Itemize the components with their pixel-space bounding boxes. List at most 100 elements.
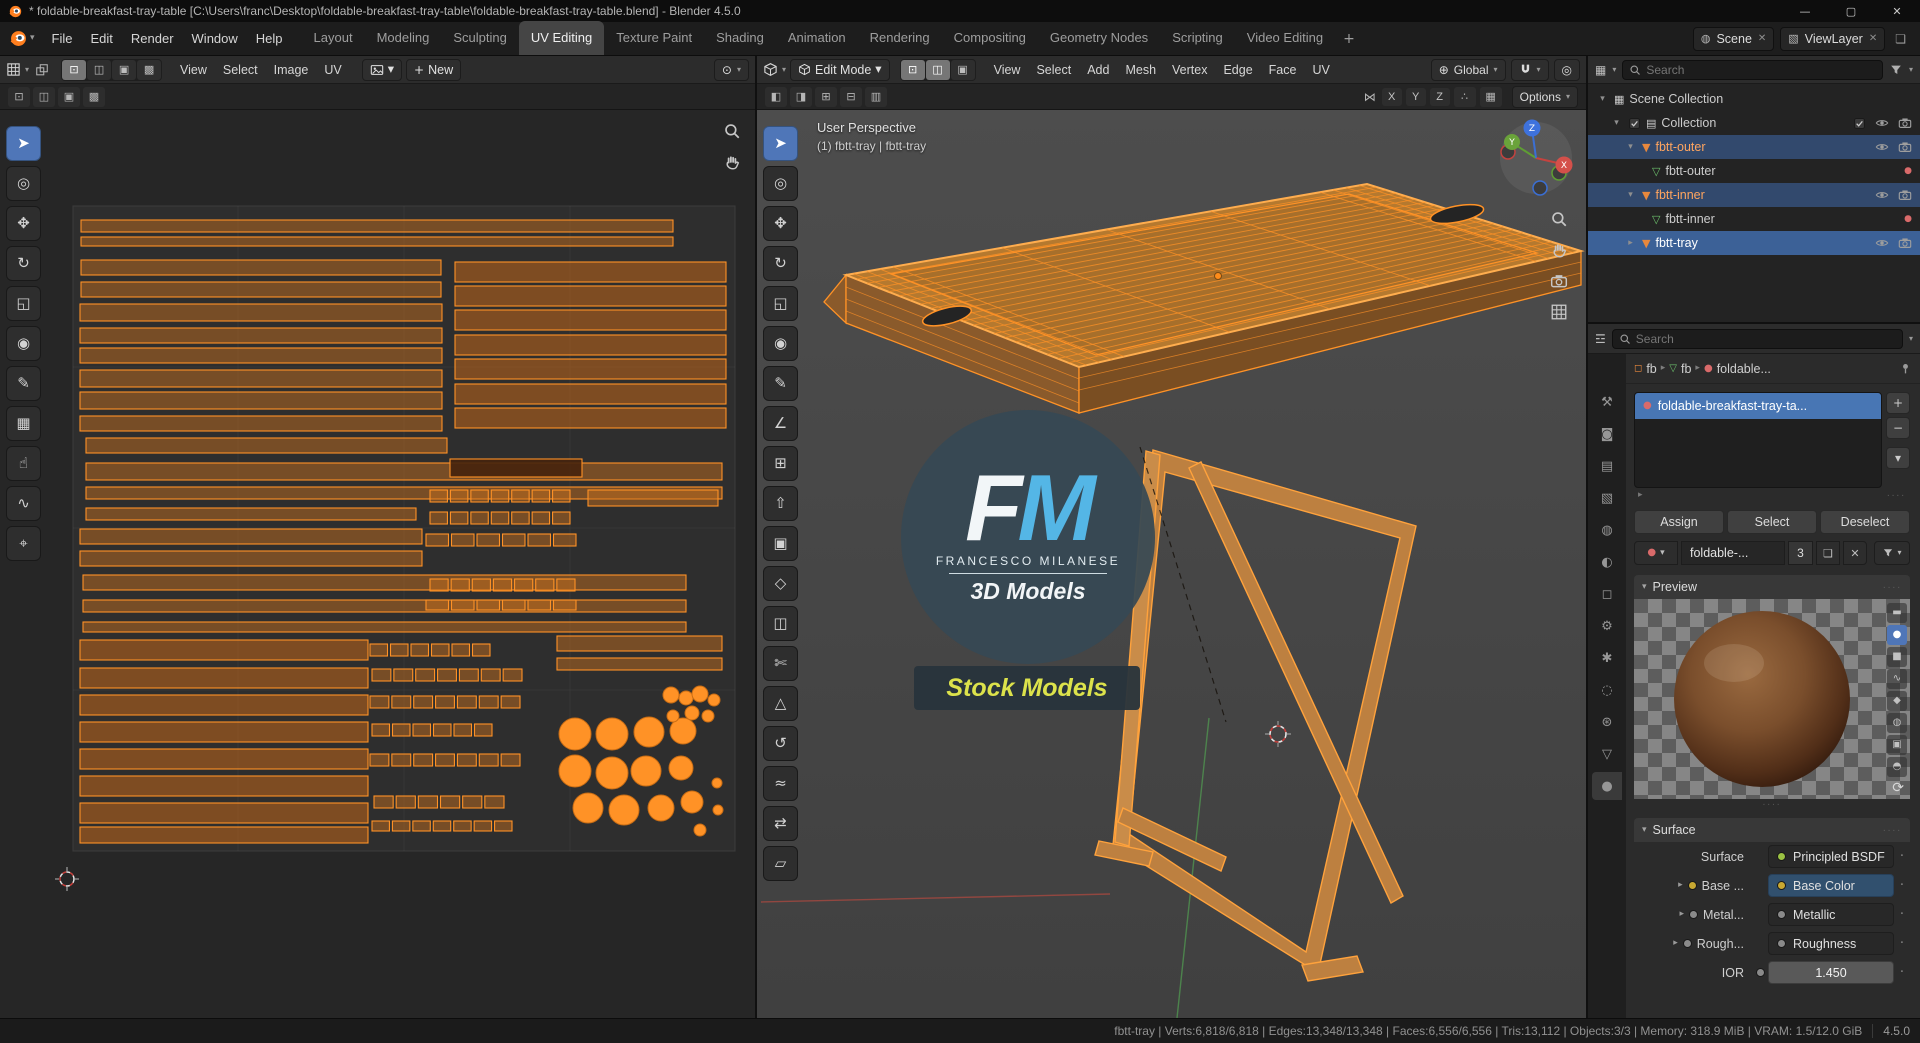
expand-icon[interactable]: ▾ xyxy=(1610,118,1623,128)
outliner-row-fbtt-tray[interactable]: ▸ ▼ fbtt-tray xyxy=(1588,231,1920,255)
viewlayer-selector[interactable]: ▧ ViewLayer ✕ xyxy=(1780,26,1886,51)
remove-slot-button[interactable]: − xyxy=(1886,417,1910,439)
properties-tab-constraints[interactable]: ⊛ xyxy=(1592,708,1622,736)
camera-visibility-icon[interactable] xyxy=(1898,140,1912,154)
properties-tab-object[interactable]: ◻ xyxy=(1592,580,1622,608)
workspace-tab-shading[interactable]: Shading xyxy=(704,21,776,55)
properties-tab-output[interactable]: ▤ xyxy=(1592,452,1622,480)
viewport-menu-add[interactable]: Add xyxy=(1079,63,1117,77)
uv-overlay-toggle-1[interactable]: ⊡ xyxy=(8,86,30,107)
browse-image-button[interactable]: ▾ xyxy=(361,58,403,81)
camera-view-icon[interactable] xyxy=(1550,272,1568,290)
viewport-menu-edge[interactable]: Edge xyxy=(1215,63,1260,77)
zoom-icon[interactable] xyxy=(1550,210,1568,228)
material-slot-list[interactable]: ● foldable-breakfast-tray-ta... xyxy=(1634,392,1882,488)
viewport-extrude-tool[interactable]: ⇧ xyxy=(763,486,798,521)
minimize-button[interactable]: — xyxy=(1782,0,1828,22)
face-select-mode-button[interactable]: ▣ xyxy=(950,59,975,80)
outliner-row-fbtt-outer-mesh[interactable]: ▽ fbtt-outer ● xyxy=(1588,159,1920,183)
ortho-toggle-icon[interactable] xyxy=(1550,303,1568,321)
maximize-button[interactable]: ▢ xyxy=(1828,0,1874,22)
browse-material-button[interactable]: ● ▾ xyxy=(1634,541,1678,565)
deselect-button[interactable]: Deselect xyxy=(1820,510,1910,534)
expand-icon[interactable]: ▸ xyxy=(1673,939,1678,948)
menu-help[interactable]: Help xyxy=(247,31,292,46)
expand-icon[interactable]: ▸ xyxy=(1678,881,1683,890)
close-button[interactable]: ✕ xyxy=(1874,0,1920,22)
breadcrumb-material[interactable]: ● foldable... xyxy=(1704,362,1771,376)
viewport-rotate-tool[interactable]: ↻ xyxy=(763,246,798,281)
preview-checker-icon[interactable]: ◓ xyxy=(1887,757,1907,777)
mirror-z-toggle[interactable]: Z xyxy=(1429,87,1450,106)
workspace-tab-compositing[interactable]: Compositing xyxy=(942,21,1038,55)
assign-button[interactable]: Assign xyxy=(1634,510,1724,534)
viewport-bevel-tool[interactable]: ◇ xyxy=(763,566,798,601)
pan-hand-icon[interactable] xyxy=(723,153,741,171)
outliner-editor-type-icon[interactable]: ▦ xyxy=(1595,64,1606,76)
uv-transform-tool[interactable]: ◉ xyxy=(6,326,41,361)
uv-rotate-tool[interactable]: ↻ xyxy=(6,246,41,281)
viewport-menu-uv[interactable]: UV xyxy=(1304,63,1337,77)
viewport-shear-tool[interactable]: ▱ xyxy=(763,846,798,881)
eye-icon[interactable] xyxy=(1875,188,1889,202)
add-slot-button[interactable]: + xyxy=(1886,392,1910,414)
uv-tweak-tool[interactable]: ➤ xyxy=(6,126,41,161)
unlink-scene-icon[interactable]: ✕ xyxy=(1758,33,1766,44)
viewport-canvas[interactable]: ➤ ◎ ✥ ↻ ◱ ◉ ✎ ∠ ⊞ ⇧ ▣ ◇ ◫ ✄ △ ↺ ≈ ⇄ ▱ User Perspective (1)… xyxy=(757,110,1586,1018)
uv-sync-select-icon[interactable] xyxy=(35,63,49,77)
uv-overlay-toggle-3[interactable]: ▣ xyxy=(58,86,80,107)
uv-editor-type-icon[interactable] xyxy=(6,62,21,77)
metallic-value[interactable]: Metallic xyxy=(1768,903,1894,926)
surface-panel-header[interactable]: ▾ Surface ∙∙∙∙ xyxy=(1634,818,1910,842)
camera-visibility-icon[interactable] xyxy=(1898,236,1912,250)
preview-refresh-icon[interactable]: ⟳ xyxy=(1892,781,1904,795)
properties-tab-material[interactable]: ● xyxy=(1592,772,1622,800)
workspace-tab-animation[interactable]: Animation xyxy=(776,21,858,55)
uv-vertex-mode-button[interactable]: ⊡ xyxy=(62,59,87,80)
uv-pin-tool[interactable]: ⌖ xyxy=(6,526,41,561)
new-image-button[interactable]: + New xyxy=(406,58,462,81)
viewport-loop-cut-tool[interactable]: ◫ xyxy=(763,606,798,641)
preview-hair-icon[interactable]: ∿ xyxy=(1887,669,1907,689)
viewport-menu-face[interactable]: Face xyxy=(1261,63,1305,77)
workspace-tab-scripting[interactable]: Scripting xyxy=(1160,21,1235,55)
viewport-menu-select[interactable]: Select xyxy=(1028,63,1079,77)
properties-tab-tool[interactable]: ⚒ xyxy=(1592,388,1622,416)
orientation-dropdown[interactable]: ⊕ Global ▾ xyxy=(1430,58,1506,81)
zoom-icon[interactable] xyxy=(723,122,741,140)
workspace-tab-texture-paint[interactable]: Texture Paint xyxy=(604,21,704,55)
select-button[interactable]: Select xyxy=(1727,510,1817,534)
viewport-editor-type-icon[interactable] xyxy=(763,62,778,77)
properties-search[interactable] xyxy=(1611,328,1903,349)
roughness-value[interactable]: Roughness xyxy=(1768,932,1894,955)
properties-tab-modifiers[interactable]: ⚙ xyxy=(1592,612,1622,640)
viewport-move-tool[interactable]: ✥ xyxy=(763,206,798,241)
viewport-transform-tool[interactable]: ◉ xyxy=(763,326,798,361)
uv-menu-select[interactable]: Select xyxy=(215,63,266,77)
outliner-row-collection[interactable]: ▾ ▤ Collection xyxy=(1588,111,1920,135)
snap-face-nearest-toggle[interactable]: ∴ xyxy=(1453,86,1476,107)
add-workspace-button[interactable]: + xyxy=(1335,22,1363,56)
fallback-tool-toggle[interactable]: ◧ xyxy=(765,86,787,107)
copy-material-icon[interactable]: ❏ xyxy=(1816,541,1840,565)
uv-edge-mode-button[interactable]: ◫ xyxy=(87,59,112,80)
properties-tab-scene[interactable]: ◍ xyxy=(1592,516,1622,544)
viewport-annotate-tool[interactable]: ✎ xyxy=(763,366,798,401)
material-filter-icon[interactable]: ▾ xyxy=(1874,541,1910,565)
outliner-row-fbtt-inner[interactable]: ▾ ▼ fbtt-inner xyxy=(1588,183,1920,207)
uv-menu-image[interactable]: Image xyxy=(266,63,317,77)
eye-icon[interactable] xyxy=(1875,116,1889,130)
unlink-viewlayer-icon[interactable]: ✕ xyxy=(1869,33,1877,44)
viewport-spin-tool[interactable]: ↺ xyxy=(763,726,798,761)
viewport-menu-view[interactable]: View xyxy=(986,63,1029,77)
base-color-value[interactable]: Base Color xyxy=(1768,874,1894,897)
options-dropdown[interactable]: Options ▾ xyxy=(1511,85,1578,108)
eye-icon[interactable] xyxy=(1875,236,1889,250)
properties-tab-world[interactable]: ◐ xyxy=(1592,548,1622,576)
scene-selector[interactable]: ◍ Scene ✕ xyxy=(1692,26,1775,51)
mode-dropdown[interactable]: Edit Mode ▾ xyxy=(790,58,890,81)
surface-shader-value[interactable]: Principled BSDF xyxy=(1768,845,1894,868)
uv-cursor-tool[interactable]: ◎ xyxy=(6,166,41,201)
workspace-tab-geometry-nodes[interactable]: Geometry Nodes xyxy=(1038,21,1160,55)
eye-icon[interactable] xyxy=(1875,140,1889,154)
